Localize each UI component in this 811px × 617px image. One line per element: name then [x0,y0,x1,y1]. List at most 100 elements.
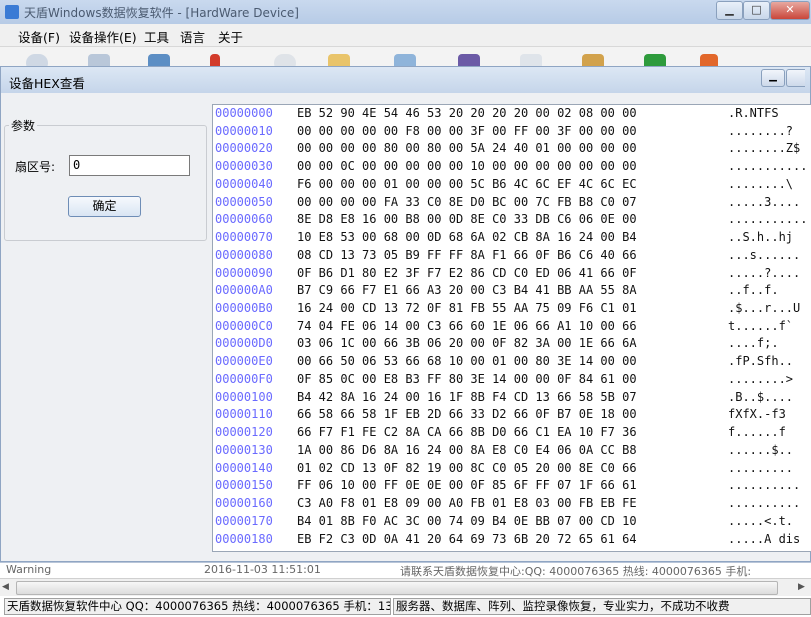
hex-ascii: .....<.t. [728,514,793,528]
hex-ascii: error occ [728,549,800,552]
hex-bytes: F6 00 00 00 01 00 00 00 5C B6 4C 6C EF 4… [297,177,637,191]
hex-view[interactable]: 00000000EB 52 90 4E 54 46 53 20 20 20 20… [212,104,811,552]
params-legend: 参数 [9,117,37,134]
hex-ascii: ........\ [728,177,793,191]
toolbar-green-icon[interactable] [644,54,666,66]
hex-bytes: 0F B6 D1 80 E2 3F F7 E2 86 CD C0 ED 06 4… [297,266,637,280]
toolbar-search-icon[interactable] [274,54,296,66]
toolbar-save-icon[interactable] [458,54,480,66]
hex-ascii: .....A dis [728,532,800,546]
menu-device-operation[interactable]: 设备操作(E) [69,27,137,46]
hex-offset: 00000160 [215,496,273,510]
hex-offset: 00000060 [215,212,273,226]
hex-offset: 00000120 [215,425,273,439]
hex-ascii: ........Z$ [728,141,800,155]
toolbar-open-icon[interactable] [582,54,604,66]
hex-offset: 00000020 [215,141,273,155]
hex-offset: 00000150 [215,478,273,492]
hex-offset: 000000B0 [215,301,273,315]
menu-language[interactable]: 语言 [180,27,205,46]
sector-label: 扇区号: [15,158,55,175]
hex-offset: 00000070 [215,230,273,244]
hex-bytes: EB F2 C3 0D 0A 41 20 64 69 73 6B 20 72 6… [297,532,637,546]
hex-ascii: ..f..f. [728,283,779,297]
hex-offset: 000000C0 [215,319,273,333]
hex-offset: 00000130 [215,443,273,457]
toolbar-pause-icon[interactable] [700,54,718,66]
status-service: 服务器、数据库、阵列、监控录像恢复，专业实力，不成功不收费 [393,598,811,615]
hex-offset: 00000180 [215,532,273,546]
confirm-button[interactable]: 确定 [68,196,141,217]
toolbar-flag-icon[interactable] [210,54,220,66]
hex-bytes: 08 CD 13 73 05 B9 FF FF 8A F1 66 0F B6 C… [297,248,637,262]
hex-ascii: .fP.Sfh.. [728,354,793,368]
hex-ascii: ........? [728,124,793,138]
hex-viewer-window: 设备HEX查看 ▁ 参数 扇区号: 0 确定 00000000EB 52 90 … [0,66,811,562]
sector-input[interactable]: 0 [69,155,190,176]
hex-bytes: 1A 00 86 D6 8A 16 24 00 8A E8 C0 E4 06 0… [297,443,637,457]
log-list[interactable]: Warning 2016-11-03 11:51:01 请联系天盾数据恢复中心:… [0,562,811,579]
hex-ascii: ........> [728,372,793,386]
toolbar [0,47,811,66]
hex-bytes: B4 01 8B F0 AC 3C 00 74 09 B4 0E BB 07 0… [297,514,637,528]
toolbar-disk-icon[interactable] [26,54,48,66]
hex-ascii: ........... [728,159,807,173]
toolbar-monitor-icon[interactable] [88,54,110,66]
scroll-right-arrow-icon[interactable]: ▶ [798,582,805,592]
menu-device[interactable]: 设备(F) [18,27,60,46]
hex-ascii: .R.NTFS [728,106,779,120]
hex-offset: 000000A0 [215,283,273,297]
hex-offset: 00000090 [215,266,273,280]
hex-bytes: 10 E8 53 00 68 00 0D 68 6A 02 CB 8A 16 2… [297,230,637,244]
hex-bytes: 74 04 FE 06 14 00 C3 66 60 1E 06 66 A1 1… [297,319,637,333]
toolbar-page-icon[interactable] [520,54,542,66]
hex-bytes: 00 00 00 00 00 F8 00 00 3F 00 FF 00 3F 0… [297,124,637,138]
menu-tools[interactable]: 工具 [144,27,169,46]
horizontal-scrollbar[interactable]: ◀ ▶ [0,578,811,596]
child-minimize-button[interactable]: ▁ [761,69,785,87]
log-time: 2016-11-03 11:51:01 [204,563,321,576]
app-title: 天盾Windows数据恢复软件 - [HardWare Device] [24,4,299,21]
hex-ascii: .....3.... [728,195,800,209]
hex-bytes: 00 00 00 00 80 00 80 00 5A 24 40 01 00 0… [297,141,637,155]
hex-offset: 00000050 [215,195,273,209]
scroll-left-arrow-icon[interactable]: ◀ [2,582,9,592]
hex-bytes: 01 02 CD 13 0F 82 19 00 8C C0 05 20 00 8… [297,461,637,475]
hex-bytes: 16 24 00 CD 13 72 0F 81 FB 55 AA 75 09 F… [297,301,637,315]
hex-ascii: ......$.. [728,443,793,457]
hex-offset: 00000100 [215,390,273,404]
status-contact: 天盾数据恢复软件中心 QQ：4000076365 热线：4000076365 手… [4,598,391,615]
log-message: 请联系天盾数据恢复中心:QQ: 4000076365 热线: 400007636… [400,563,751,579]
toolbar-document-icon[interactable] [394,54,416,66]
hex-offset: 00000030 [215,159,273,173]
hex-ascii: ......... [728,461,793,475]
hex-bytes: 00 66 50 06 53 66 68 10 00 01 00 80 3E 1… [297,354,637,368]
hex-offset: 00000040 [215,177,273,191]
scrollbar-thumb[interactable] [16,581,778,595]
close-button[interactable]: ✕ [770,1,810,20]
app-title-bar: 天盾Windows数据恢复软件 - [HardWare Device] ▁ □ … [0,0,811,25]
child-restore-button[interactable] [786,69,805,87]
hex-offset: 00000140 [215,461,273,475]
hex-ascii: .....?.... [728,266,800,280]
maximize-button[interactable]: □ [743,1,770,20]
hex-offset: 000000E0 [215,354,273,368]
minimize-button[interactable]: ▁ [716,1,743,20]
toolbar-folder-icon[interactable] [148,54,170,66]
hex-offset: 00000000 [215,106,273,120]
hex-ascii: t......f` [728,319,793,333]
hex-bytes: 20 65 72 72 6F 72 20 6F 63 63 75 72 72 6… [297,549,637,552]
hex-offset: 00000080 [215,248,273,262]
hex-bytes: C3 A0 F8 01 E8 09 00 A0 FB 01 E8 03 00 F… [297,496,637,510]
hex-ascii: fXfX.-f3 [728,407,786,421]
hex-ascii: .......... [728,496,800,510]
hex-offset: 00000010 [215,124,273,138]
hex-ascii: ........... [728,212,807,226]
hex-offset: 00000170 [215,514,273,528]
hex-ascii: f......f [728,425,786,439]
toolbar-tools-icon[interactable] [328,54,350,66]
menu-about[interactable]: 关于 [218,27,243,46]
hex-bytes: 00 00 00 00 FA 33 C0 8E D0 BC 00 7C FB B… [297,195,637,209]
hex-bytes: 00 00 0C 00 00 00 00 00 10 00 00 00 00 0… [297,159,637,173]
params-group [4,125,207,241]
